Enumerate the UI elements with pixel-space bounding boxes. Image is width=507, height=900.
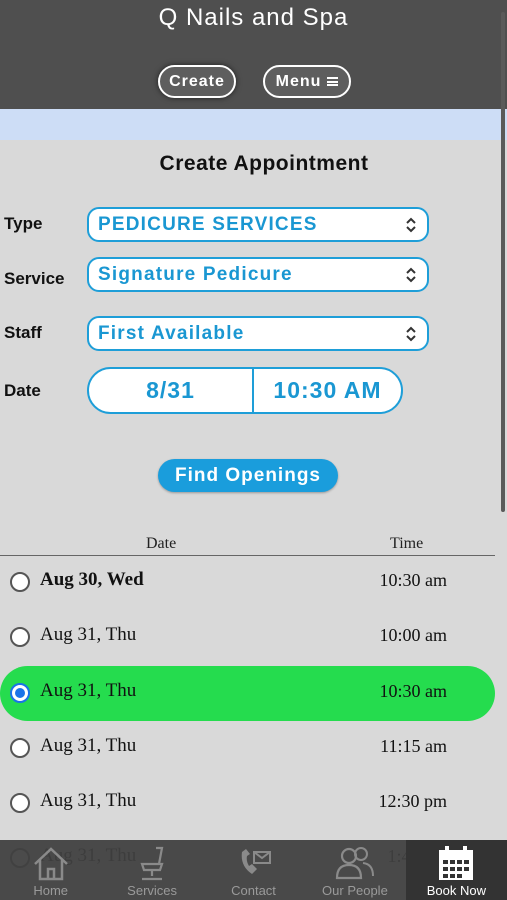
staff-label: Staff xyxy=(4,323,42,342)
opening-date: Aug 31, Thu xyxy=(40,624,137,645)
tab-label: Home xyxy=(33,883,69,898)
opening-date: Aug 31, Thu xyxy=(40,790,137,811)
opening-time: 10:00 am xyxy=(379,625,448,645)
chevron-updown-icon xyxy=(406,217,416,233)
tab-book-now[interactable]: Book Now xyxy=(405,840,507,900)
radio-selected-dot xyxy=(15,688,25,698)
opening-row[interactable]: Aug 31, Thu 10:00 am xyxy=(0,610,495,665)
calendar-icon xyxy=(439,846,474,880)
date-picker[interactable]: 8/31 xyxy=(89,369,254,412)
opening-row[interactable]: Aug 31, Thu 12:30 pm xyxy=(0,776,495,831)
app-header: Q Nails and Spa Create Menu xyxy=(0,0,507,109)
opening-row[interactable]: Aug 31, Thu 11:15 am xyxy=(0,721,495,776)
tab-label: Book Now xyxy=(426,883,486,898)
people-icon xyxy=(335,847,374,880)
opening-time: 12:30 pm xyxy=(378,791,447,811)
service-select[interactable]: Signature Pedicure xyxy=(87,257,429,292)
radio-button[interactable] xyxy=(10,572,30,592)
tab-label: Contact xyxy=(231,883,276,898)
tab-our-people[interactable]: Our People xyxy=(304,840,405,900)
tab-bar: Home Services Contact Our People Book No… xyxy=(0,840,507,900)
date-column-header: Date xyxy=(146,535,177,552)
salon-chair-icon xyxy=(140,846,164,881)
opening-time: 11:15 am xyxy=(380,736,447,756)
opening-row[interactable]: Aug 31, Thu 10:30 am xyxy=(0,666,495,721)
time-picker[interactable]: 10:30 AM xyxy=(254,369,401,412)
opening-time: 10:30 am xyxy=(379,681,448,701)
opening-date: Aug 30, Wed xyxy=(40,569,144,590)
find-openings-button[interactable]: Find Openings xyxy=(158,459,338,492)
service-select-value: Signature Pedicure xyxy=(98,263,293,285)
opening-time: 10:30 am xyxy=(379,570,448,590)
chevron-updown-icon xyxy=(406,326,416,342)
app-title: Q Nails and Spa xyxy=(158,4,349,31)
home-icon xyxy=(33,847,68,881)
chevron-updown-icon xyxy=(406,267,416,283)
type-select[interactable]: PEDICURE SERVICES xyxy=(87,207,429,242)
menu-button-label: Menu xyxy=(275,72,322,90)
radio-button[interactable] xyxy=(10,793,30,813)
create-button[interactable]: Create xyxy=(158,65,236,98)
header-stripe xyxy=(0,109,507,140)
phone-mail-icon xyxy=(241,849,271,874)
scrollbar[interactable] xyxy=(501,12,505,512)
menu-button[interactable]: Menu xyxy=(263,65,351,98)
time-column-header: Time xyxy=(390,535,424,552)
tab-home[interactable]: Home xyxy=(0,840,101,900)
opening-date: Aug 31, Thu xyxy=(40,735,137,756)
tab-contact[interactable]: Contact xyxy=(203,840,304,900)
radio-button[interactable] xyxy=(10,683,30,703)
create-button-label: Create xyxy=(169,72,225,90)
type-select-value: PEDICURE SERVICES xyxy=(98,213,318,235)
opening-row[interactable]: Aug 30, Wed 10:30 am xyxy=(0,555,495,610)
service-label: Service xyxy=(4,269,65,288)
tab-services[interactable]: Services xyxy=(101,840,202,900)
date-label: Date xyxy=(4,381,41,400)
staff-select[interactable]: First Available xyxy=(87,316,429,351)
type-label: Type xyxy=(4,214,43,233)
form-title: Create Appointment xyxy=(159,152,369,175)
staff-select-value: First Available xyxy=(98,322,245,344)
date-time-picker: 8/31 10:30 AM xyxy=(87,367,403,414)
radio-button[interactable] xyxy=(10,738,30,758)
hamburger-icon xyxy=(327,77,339,86)
radio-button[interactable] xyxy=(10,627,30,647)
tab-label: Services xyxy=(127,883,178,898)
opening-date: Aug 31, Thu xyxy=(40,680,137,701)
tab-label: Our People xyxy=(322,883,388,898)
